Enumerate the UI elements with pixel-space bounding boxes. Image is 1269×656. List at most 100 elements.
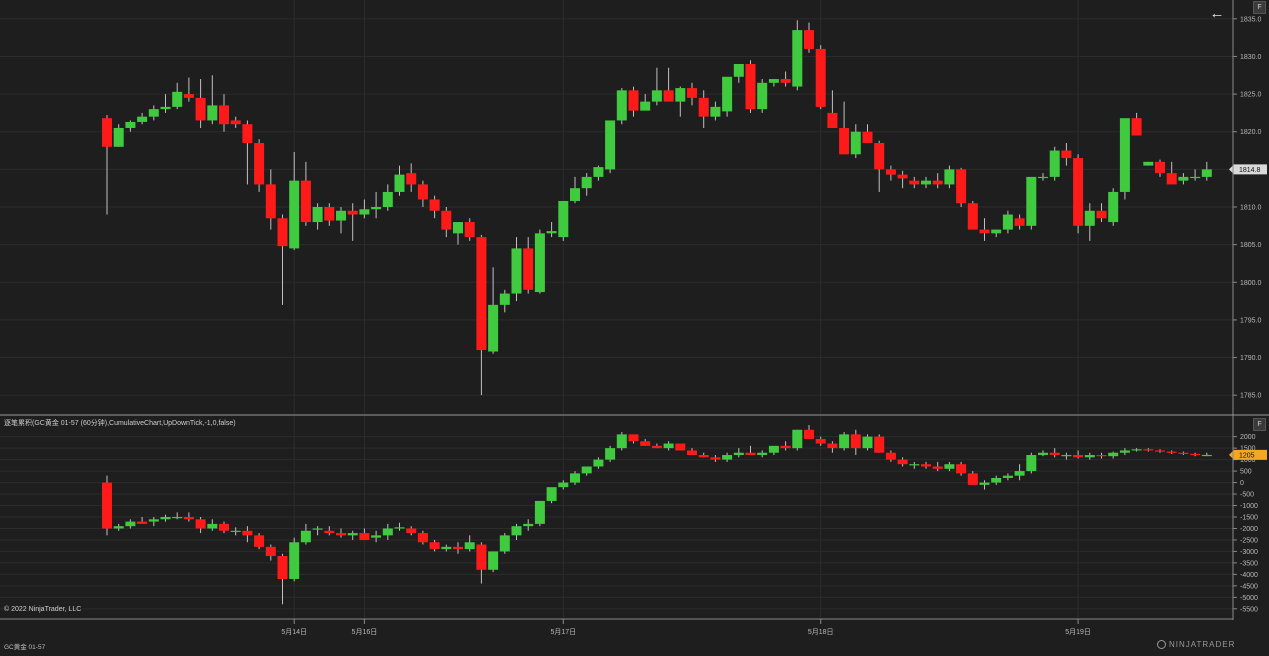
price-candle-body	[687, 88, 697, 98]
indicator-candle-body	[815, 438, 826, 444]
indicator-candle-body	[336, 533, 346, 536]
price-candle-body	[1178, 176, 1189, 181]
indicator-candle-body	[733, 452, 744, 456]
price-candle-body	[336, 210, 346, 221]
price-candle-body	[921, 180, 931, 185]
price-candle-body	[417, 184, 428, 200]
indicator-candle-body	[1096, 455, 1107, 457]
indicator-candle-body	[277, 556, 288, 579]
price-candle-body	[932, 180, 943, 185]
indicator-candle-body	[1026, 455, 1037, 472]
indicator-candle-body	[581, 466, 592, 474]
price-candle-body	[300, 180, 311, 223]
indicator-candle-body	[371, 535, 382, 538]
indicator-candle-body	[768, 445, 779, 453]
price-candle-body	[850, 131, 861, 155]
price-candle-body	[1096, 210, 1107, 219]
price-candle-body	[371, 207, 382, 210]
indicator-panel-button[interactable]: F	[1253, 418, 1266, 431]
price-candle-body	[628, 90, 639, 111]
price-candle-body	[675, 88, 686, 102]
price-candle-body	[1002, 214, 1013, 230]
indicator-tick-label: -3000	[1240, 549, 1258, 556]
indicator-tick-label: 0	[1240, 480, 1244, 487]
price-tick-label: 1805.0	[1240, 242, 1262, 249]
indicator-candle-body	[359, 533, 370, 540]
price-candle-body	[1061, 150, 1072, 159]
indicator-candle-body	[417, 533, 428, 543]
price-candle-body	[242, 124, 253, 144]
price-candle-body	[102, 118, 112, 147]
price-tick-label: 1800.0	[1240, 280, 1262, 287]
indicator-candle-body	[1073, 455, 1084, 458]
indicator-candle-body	[722, 455, 733, 460]
indicator-candle-body	[616, 434, 627, 449]
price-candle-body	[827, 112, 838, 128]
price-candle-body	[558, 200, 569, 238]
price-candle-body	[1155, 161, 1165, 174]
indicator-candle-body	[850, 434, 861, 449]
price-candle-body	[160, 106, 171, 110]
chart-canvas[interactable]: 1785.01790.01795.01800.01805.01810.01815…	[0, 0, 1269, 651]
price-panel-button[interactable]: F	[1253, 1, 1266, 14]
indicator-tick-label: 500	[1240, 469, 1252, 476]
price-candle-body	[382, 191, 393, 207]
price-candle-body	[956, 169, 967, 204]
indicator-candle-body	[464, 542, 475, 550]
price-candle-body	[967, 203, 978, 230]
indicator-candle-body	[1002, 475, 1013, 478]
price-candle-body	[815, 48, 826, 107]
indicator-candle-body	[757, 452, 768, 456]
price-candle-body	[874, 143, 885, 170]
price-candle-body	[1038, 176, 1048, 179]
price-candle-body	[944, 169, 955, 185]
indicator-candle-body	[651, 445, 662, 449]
price-candle-body	[429, 199, 440, 211]
price-candle-body	[219, 105, 229, 125]
indicator-candle-body	[1178, 452, 1189, 454]
indicator-candle-body	[1061, 455, 1072, 457]
indicator-candle-body	[1014, 471, 1025, 476]
x-tick-label: 5月19日	[1065, 628, 1091, 636]
price-candle-body	[183, 94, 194, 98]
price-candle-body	[663, 90, 674, 102]
x-tick-label: 5月18日	[808, 628, 834, 636]
indicator-candle-body	[698, 455, 709, 458]
price-candle-body	[207, 105, 218, 121]
indicator-candle-body	[745, 452, 756, 456]
price-candle-body	[324, 207, 335, 221]
price-candle-body	[640, 101, 651, 111]
indicator-candle-body	[570, 473, 580, 483]
back-arrow-icon[interactable]: ←	[1208, 5, 1226, 23]
indicator-candle-body	[1143, 449, 1154, 451]
price-candle-body	[172, 91, 183, 107]
indicator-candle-body	[441, 546, 452, 550]
indicator-candle-body	[265, 546, 276, 557]
price-candle-body	[885, 169, 896, 175]
indicator-candle-body	[488, 551, 499, 570]
indicator-tick-label: -3500	[1240, 560, 1258, 567]
x-tick-label: 5月17日	[550, 628, 576, 636]
price-candle-body	[570, 188, 580, 201]
price-candle-body	[265, 184, 276, 219]
indicator-tick-label: 2000	[1240, 434, 1256, 441]
price-candle-body	[616, 90, 627, 121]
price-last-value-label: 1814.8	[1239, 167, 1261, 174]
indicator-candle-body	[1108, 452, 1119, 457]
indicator-candle-body	[499, 535, 510, 552]
price-candle-body	[757, 82, 768, 110]
x-tick-label: 5月16日	[352, 628, 378, 636]
price-candle-body	[593, 167, 604, 177]
price-candle-body	[394, 174, 405, 192]
x-tick-label: 5月14日	[281, 628, 307, 636]
indicator-candle-body	[511, 526, 522, 536]
price-candle-body	[1049, 150, 1060, 177]
price-tick-label: 1810.0	[1240, 205, 1262, 212]
trading-chart[interactable]: 1785.01790.01795.01800.01805.01810.01815…	[0, 0, 1269, 651]
price-candle-body	[768, 79, 779, 83]
indicator-candle-body	[897, 459, 908, 465]
indicator-candle-body	[839, 434, 850, 449]
ninjatrader-logo-icon	[1157, 640, 1166, 649]
indicator-candle-body	[289, 542, 300, 579]
price-tick-label: 1785.0	[1240, 393, 1262, 400]
